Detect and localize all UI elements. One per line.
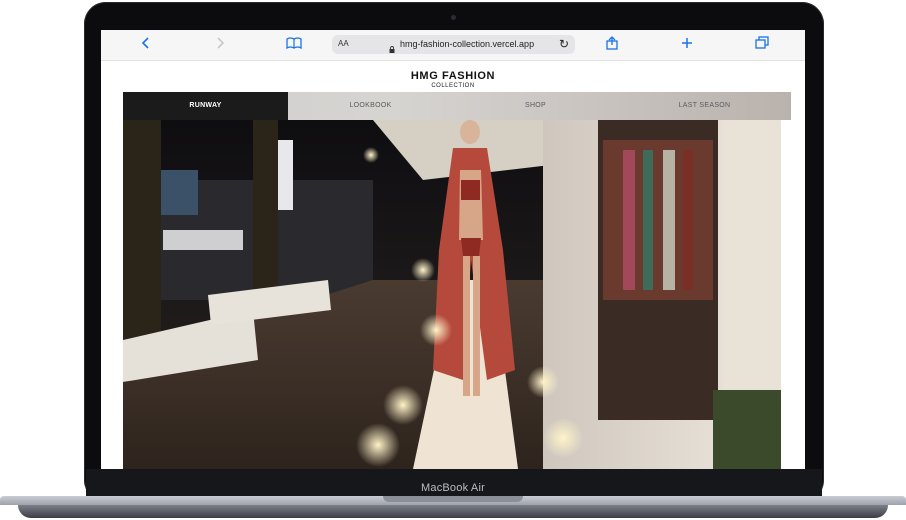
camera: [451, 15, 456, 20]
runway-scene: [123, 120, 781, 469]
nav-tab-lookbook[interactable]: LOOKBOOK: [288, 92, 453, 120]
url-text: hmg-fashion-collection.vercel.app: [400, 39, 535, 49]
device-label: MacBook Air: [421, 482, 485, 494]
site-nav: RUNWAY LOOKBOOK SHOP LAST SEASON: [123, 92, 791, 120]
browser-toolbar: AA hmg-fashion-collection.vercel.app ↻: [101, 30, 805, 61]
reader-text-size-button[interactable]: AA: [338, 39, 349, 48]
forward-icon[interactable]: [211, 36, 229, 54]
nav-tab-shop[interactable]: SHOP: [453, 92, 618, 120]
site-title: HMG FASHION: [410, 70, 496, 82]
nav-tab-last-season[interactable]: LAST SEASON: [618, 92, 791, 120]
nav-tab-runway[interactable]: RUNWAY: [123, 92, 288, 120]
share-icon[interactable]: [603, 36, 621, 54]
tabs-icon[interactable]: [753, 36, 771, 54]
address-bar[interactable]: AA hmg-fashion-collection.vercel.app ↻: [332, 35, 575, 54]
runway-video[interactable]: [123, 120, 781, 469]
reload-icon[interactable]: ↻: [559, 37, 569, 51]
laptop-base: [0, 496, 906, 520]
browser-window: AA hmg-fashion-collection.vercel.app ↻ H…: [101, 30, 805, 469]
lock-icon: [389, 40, 395, 53]
add-tab-icon[interactable]: [678, 36, 696, 54]
site-subtitle: COLLECTION: [431, 83, 475, 89]
back-icon[interactable]: [137, 36, 155, 54]
bookmarks-icon[interactable]: [285, 36, 303, 54]
